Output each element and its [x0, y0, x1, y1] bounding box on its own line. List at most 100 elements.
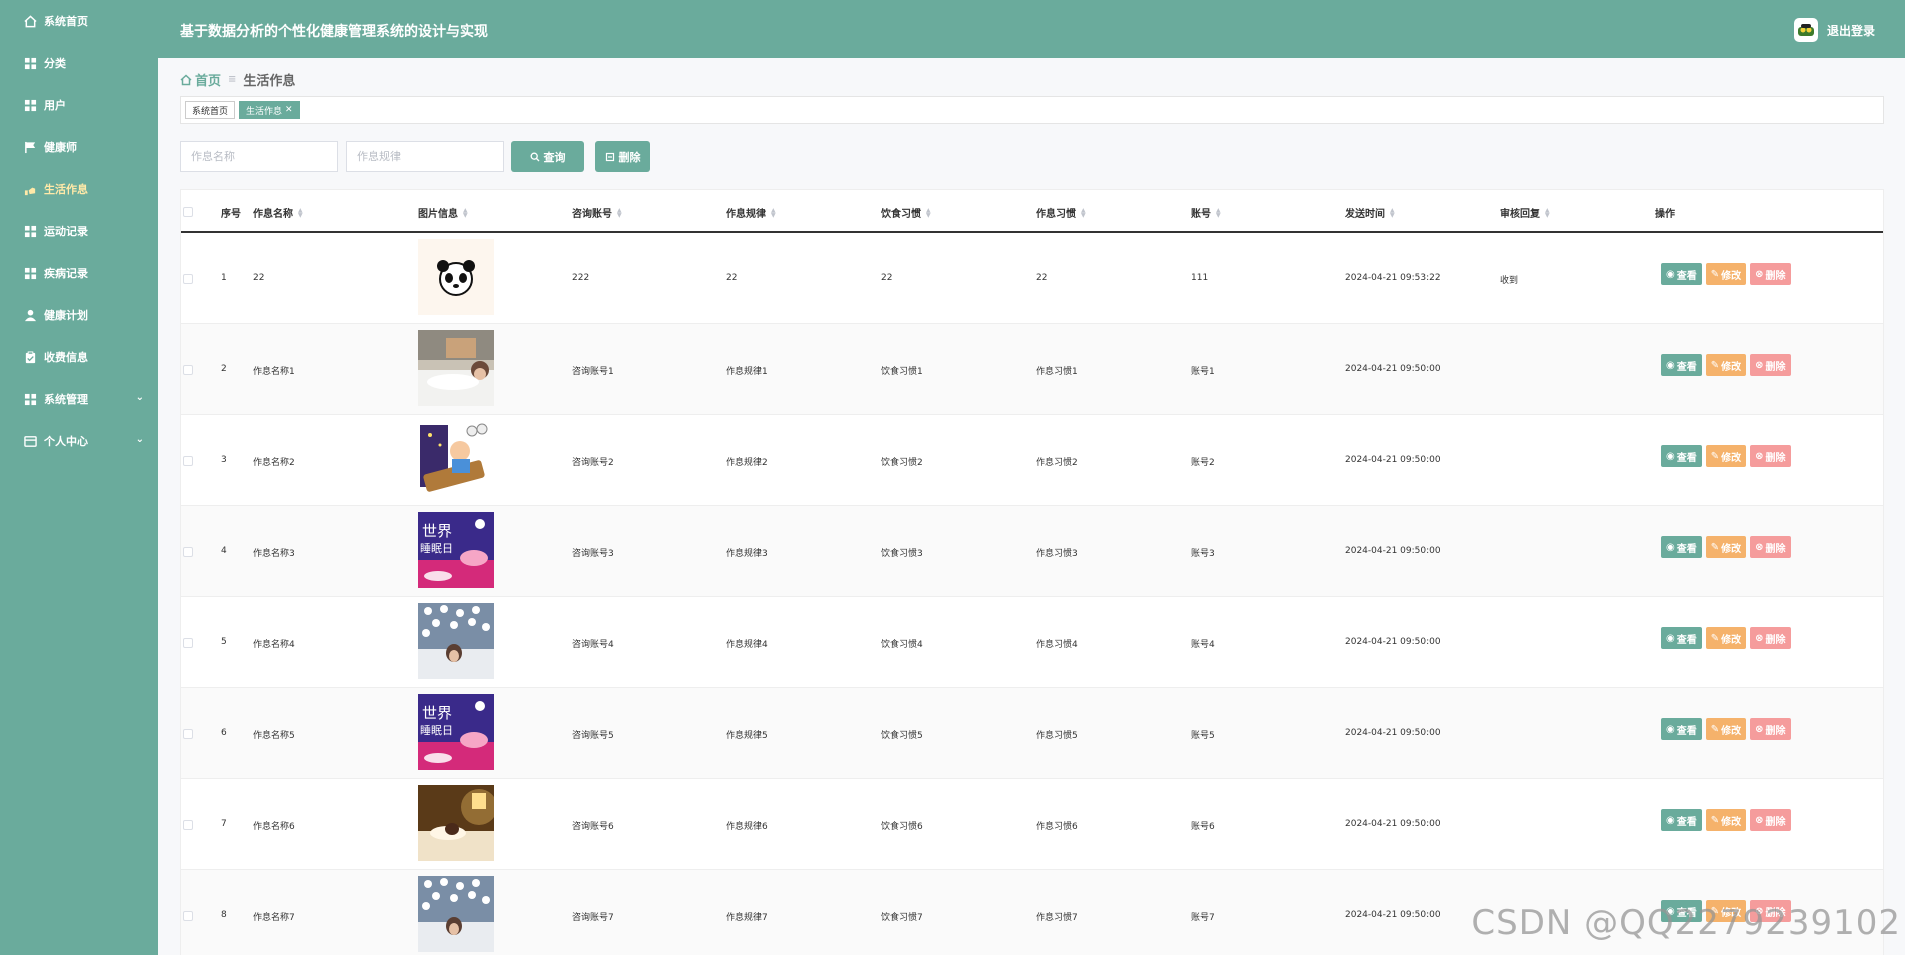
- sort-icon[interactable]: ▲ ▼: [1390, 207, 1396, 218]
- edit-button[interactable]: ✎ 修改: [1705, 718, 1747, 740]
- column-header[interactable]: 发送时间 ▲ ▼: [1345, 205, 1396, 220]
- sidebar-item-label[interactable]: 生活作息: [44, 181, 88, 197]
- edit-label[interactable]: 修改: [1721, 449, 1741, 464]
- row-image[interactable]: 世界 睡眠日: [418, 694, 494, 770]
- tag-label[interactable]: 生活作息: [246, 104, 282, 117]
- view-label[interactable]: 查看: [1677, 449, 1697, 464]
- query-label[interactable]: 查询: [544, 149, 566, 165]
- delete-label[interactable]: 删除: [1766, 722, 1786, 737]
- view-button[interactable]: ◉ 查看: [1661, 263, 1702, 285]
- rule-search-input[interactable]: [346, 141, 504, 172]
- column-header[interactable]: 咨询账号 ▲ ▼: [572, 205, 623, 220]
- delete-button[interactable]: ⊗ 删除: [1750, 718, 1791, 740]
- view-button[interactable]: ◉ 查看: [1661, 445, 1702, 467]
- sidebar-item[interactable]: 运动记录: [0, 210, 158, 252]
- delete-label[interactable]: 删除: [1766, 449, 1786, 464]
- view-label[interactable]: 查看: [1677, 540, 1697, 555]
- view-button[interactable]: ◉ 查看: [1661, 536, 1702, 558]
- edit-button[interactable]: ✎ 修改: [1705, 627, 1747, 649]
- chevron-down-icon[interactable]: ⌄: [136, 392, 144, 403]
- chevron-down-icon[interactable]: ⌄: [136, 434, 144, 445]
- view-button[interactable]: ◉ 查看: [1661, 718, 1702, 740]
- sort-icon[interactable]: ▲ ▼: [771, 207, 777, 218]
- breadcrumb-home[interactable]: 首页: [180, 70, 221, 89]
- column-header[interactable]: 饮食习惯 ▲ ▼: [881, 205, 932, 220]
- column-header[interactable]: 作息名称 ▲ ▼: [253, 205, 304, 220]
- row-image[interactable]: [418, 421, 494, 497]
- sidebar-item[interactable]: 生活作息: [0, 168, 158, 210]
- edit-button[interactable]: ✎ 修改: [1705, 536, 1747, 558]
- delete-button[interactable]: ⊗ 删除: [1750, 354, 1791, 376]
- sort-icon[interactable]: ▲ ▼: [1216, 207, 1222, 218]
- tag-home[interactable]: 系统首页: [185, 101, 236, 119]
- name-search-input[interactable]: [180, 141, 338, 172]
- sidebar-item-label[interactable]: 个人中心: [44, 433, 88, 449]
- row-image[interactable]: [418, 876, 494, 952]
- row-image[interactable]: [418, 603, 494, 679]
- delete-label[interactable]: 删除: [1766, 267, 1786, 282]
- column-header[interactable]: 审核回复 ▲ ▼: [1500, 205, 1551, 220]
- select-all-checkbox[interactable]: [183, 207, 193, 217]
- row-checkbox[interactable]: [183, 638, 193, 648]
- column-header[interactable]: 账号 ▲ ▼: [1191, 205, 1222, 220]
- edit-button[interactable]: ✎ 修改: [1705, 354, 1747, 376]
- sidebar-item-label[interactable]: 运动记录: [44, 223, 88, 239]
- sidebar-item-label[interactable]: 用户: [44, 97, 66, 113]
- sidebar-item-label[interactable]: 健康师: [44, 139, 77, 155]
- close-icon[interactable]: ✕: [285, 105, 293, 115]
- sort-icon[interactable]: ▲ ▼: [617, 207, 623, 218]
- edit-label[interactable]: 修改: [1721, 631, 1741, 646]
- row-checkbox[interactable]: [183, 274, 193, 284]
- logout-button[interactable]: 退出登录: [1827, 22, 1875, 39]
- view-button[interactable]: ◉ 查看: [1661, 809, 1702, 831]
- delete-button[interactable]: ⊗ 删除: [1750, 536, 1791, 558]
- row-checkbox[interactable]: [183, 820, 193, 830]
- edit-label[interactable]: 修改: [1721, 540, 1741, 555]
- delete-button[interactable]: ⊗ 删除: [1750, 263, 1791, 285]
- row-image[interactable]: [418, 239, 494, 315]
- edit-label[interactable]: 修改: [1721, 267, 1741, 282]
- view-label[interactable]: 查看: [1677, 722, 1697, 737]
- row-checkbox[interactable]: [183, 729, 193, 739]
- sidebar-item-label[interactable]: 健康计划: [44, 307, 88, 323]
- delete-label[interactable]: 删除: [1766, 358, 1786, 373]
- column-header[interactable]: 作息规律 ▲ ▼: [726, 205, 777, 220]
- sidebar-item-label[interactable]: 系统管理: [44, 391, 88, 407]
- sidebar-item[interactable]: 健康计划: [0, 294, 158, 336]
- edit-button[interactable]: ✎ 修改: [1705, 809, 1747, 831]
- sidebar-item[interactable]: 系统首页: [0, 0, 158, 42]
- sidebar-item[interactable]: 分类: [0, 42, 158, 84]
- edit-button[interactable]: ✎ 修改: [1705, 263, 1747, 285]
- sort-icon[interactable]: ▲ ▼: [1081, 207, 1087, 218]
- delete-button[interactable]: ⊗ 删除: [1750, 809, 1791, 831]
- row-checkbox[interactable]: [183, 547, 193, 557]
- sidebar-item-label[interactable]: 系统首页: [44, 13, 88, 29]
- row-image[interactable]: [418, 785, 494, 861]
- view-label[interactable]: 查看: [1677, 267, 1697, 282]
- view-label[interactable]: 查看: [1677, 358, 1697, 373]
- delete-label[interactable]: 删除: [1766, 631, 1786, 646]
- sidebar-item[interactable]: 系统管理 ⌄: [0, 378, 158, 420]
- delete-button[interactable]: ⊗ 删除: [1750, 445, 1791, 467]
- row-checkbox[interactable]: [183, 365, 193, 375]
- sidebar-item[interactable]: 疾病记录: [0, 252, 158, 294]
- sidebar-item[interactable]: 收费信息: [0, 336, 158, 378]
- sort-icon[interactable]: ▲ ▼: [298, 207, 304, 218]
- sidebar-item[interactable]: 健康师: [0, 126, 158, 168]
- sidebar-item-label[interactable]: 收费信息: [44, 349, 88, 365]
- sidebar-item[interactable]: 用户: [0, 84, 158, 126]
- edit-label[interactable]: 修改: [1721, 813, 1741, 828]
- row-image[interactable]: [418, 330, 494, 406]
- sidebar-item[interactable]: 个人中心 ⌄: [0, 420, 158, 462]
- avatar[interactable]: [1793, 18, 1818, 42]
- row-checkbox[interactable]: [183, 911, 193, 921]
- view-label[interactable]: 查看: [1677, 813, 1697, 828]
- delete-label[interactable]: 删除: [1766, 540, 1786, 555]
- batch-delete-button[interactable]: 删除: [595, 141, 650, 172]
- sidebar-item-label[interactable]: 疾病记录: [44, 265, 88, 281]
- sort-icon[interactable]: ▲ ▼: [1545, 207, 1551, 218]
- row-checkbox[interactable]: [183, 456, 193, 466]
- tag-current[interactable]: 生活作息 ✕: [239, 101, 300, 119]
- edit-button[interactable]: ✎ 修改: [1705, 445, 1747, 467]
- delete-label[interactable]: 删除: [619, 149, 641, 165]
